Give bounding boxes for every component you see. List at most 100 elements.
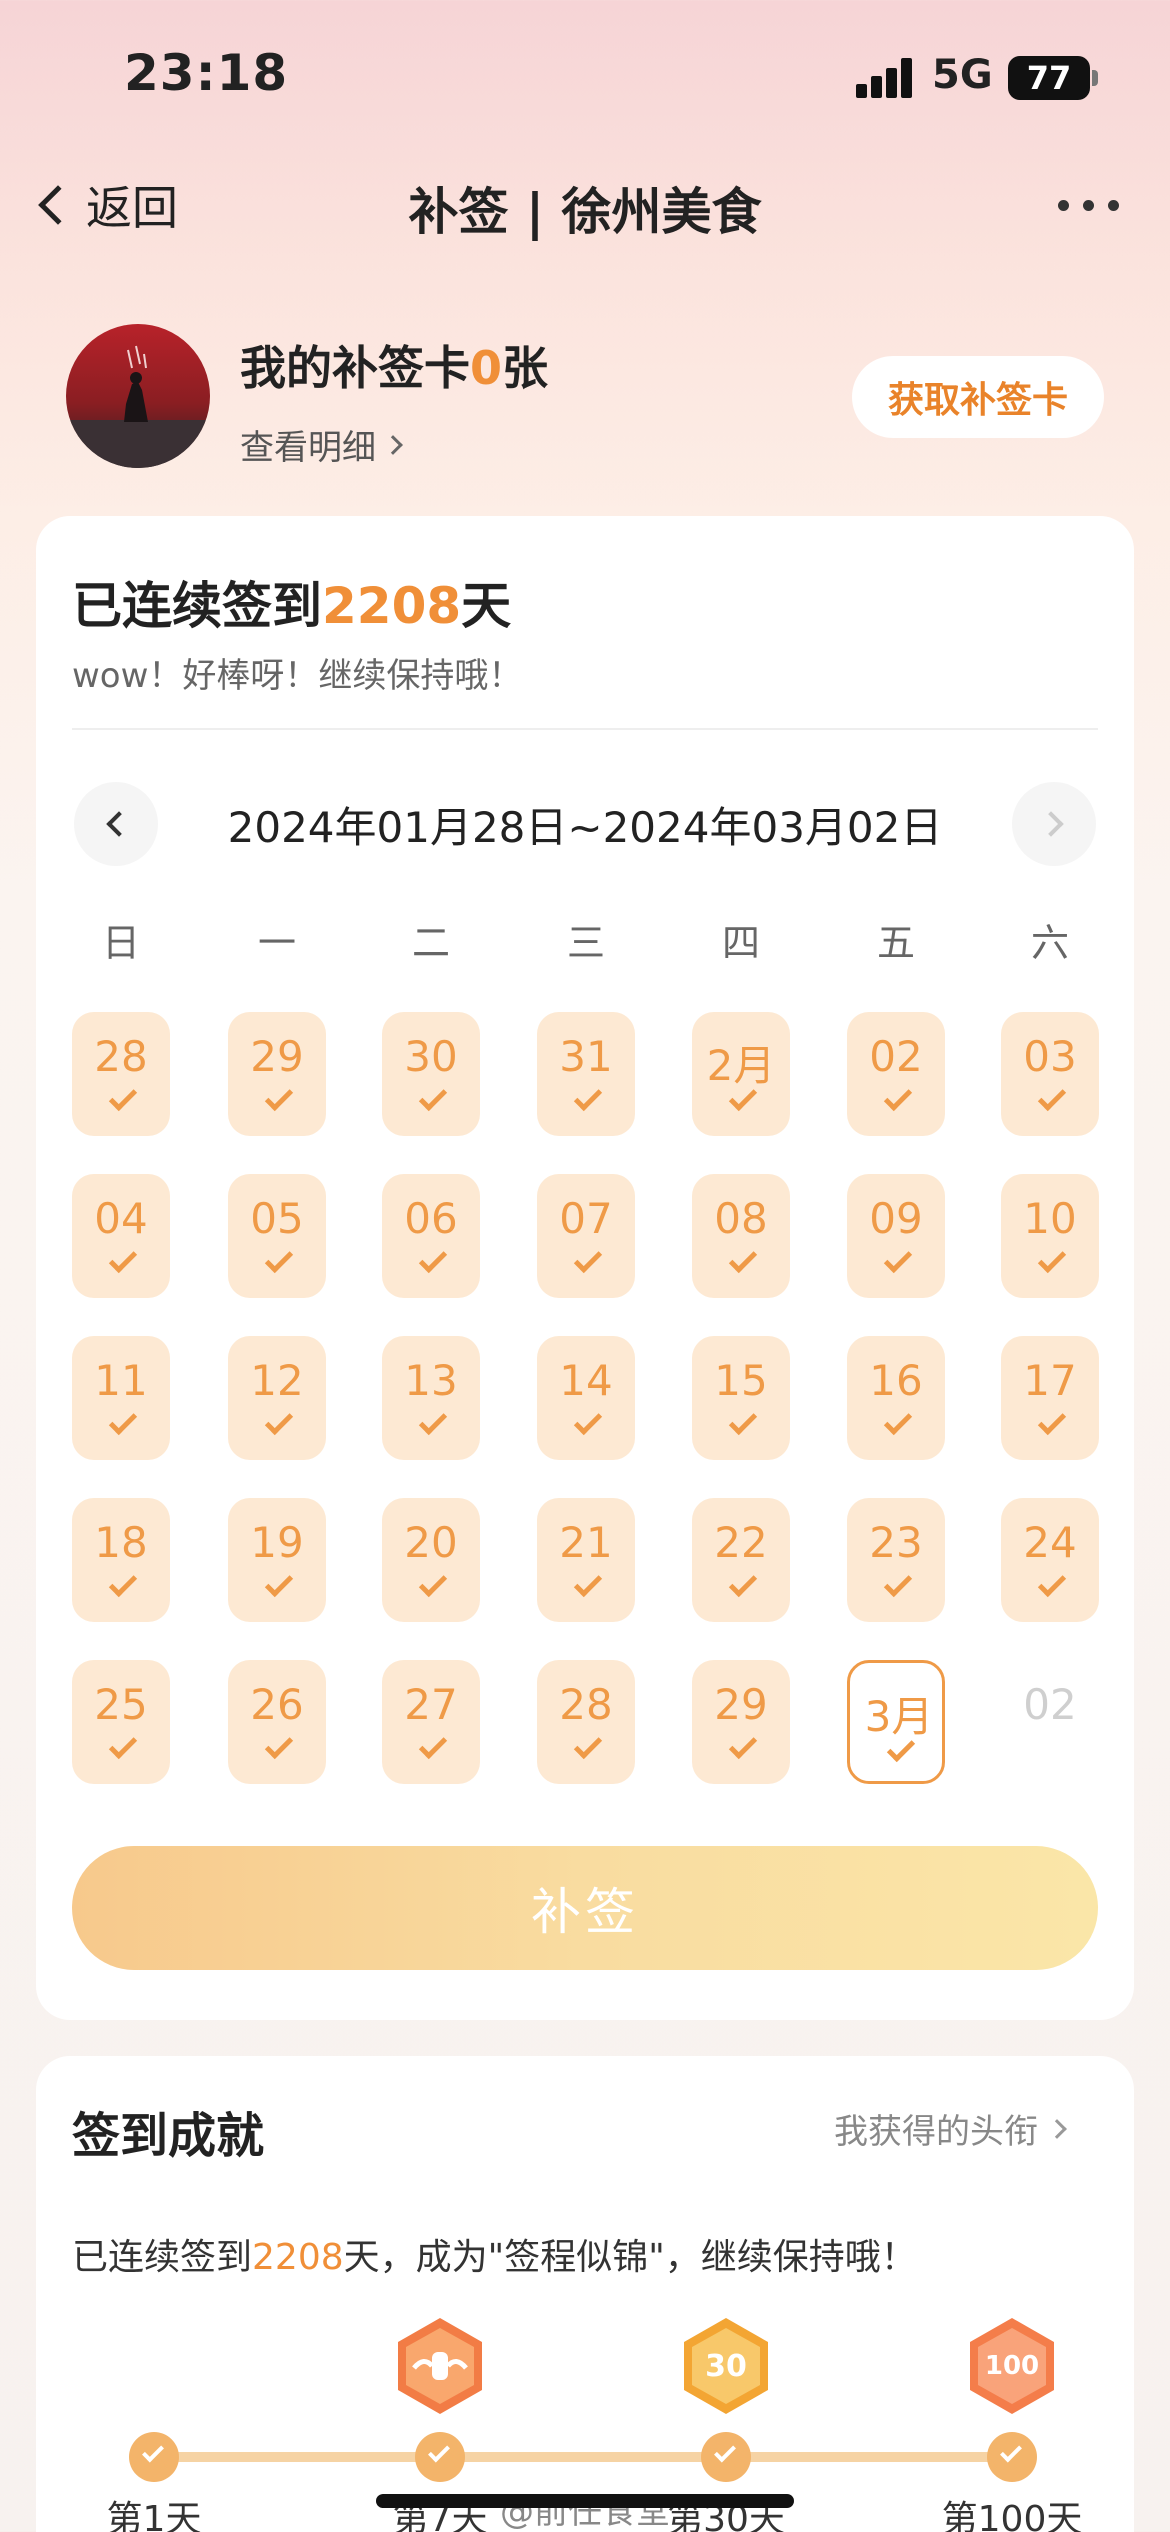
calendar-day[interactable]: 30 (382, 1012, 480, 1136)
check-icon (264, 1730, 294, 1760)
my-titles-link[interactable]: 我获得的头衔 (834, 2104, 1067, 2153)
calendar-day[interactable]: 18 (72, 1498, 170, 1622)
calendar-day[interactable]: 10 (1001, 1174, 1099, 1298)
check-icon (728, 1568, 758, 1598)
day-number: 29 (714, 1680, 768, 1729)
check-icon (728, 1244, 758, 1274)
milestone-dot (415, 2432, 465, 2482)
next-range-button[interactable] (1012, 782, 1096, 866)
calendar-day[interactable]: 25 (72, 1660, 170, 1784)
calendar-day[interactable]: 19 (228, 1498, 326, 1622)
calendar-day[interactable]: 02 (847, 1012, 945, 1136)
prev-range-button[interactable] (74, 782, 158, 866)
streak-suffix: 天 (461, 577, 512, 635)
weekday-label: 二 (411, 921, 450, 965)
day-number: 3月 (864, 1692, 934, 1741)
calendar-day[interactable]: 12 (228, 1336, 326, 1460)
calendar-day[interactable]: 15 (692, 1336, 790, 1460)
calendar-day[interactable]: 11 (72, 1336, 170, 1460)
calendar-day[interactable]: 2月 (692, 1012, 790, 1136)
divider (72, 728, 1098, 730)
calendar-day[interactable]: 3月 (847, 1660, 945, 1784)
calendar-day[interactable]: 03 (1001, 1012, 1099, 1136)
day-number: 26 (250, 1680, 304, 1729)
day-number: 2月 (706, 1041, 776, 1090)
chevron-left-icon (106, 811, 132, 837)
calendar-day[interactable]: 24 (1001, 1498, 1099, 1622)
calendar-day[interactable]: 29 (692, 1660, 790, 1784)
check-icon (108, 1406, 138, 1436)
my-cards-count: 0 (470, 341, 503, 395)
ach-desc-prefix: 已连续签到 (72, 2237, 253, 2278)
day-number: 21 (559, 1518, 613, 1567)
calendar-day[interactable]: 07 (537, 1174, 635, 1298)
day-number: 28 (94, 1032, 148, 1081)
svg-text:100: 100 (985, 2351, 1039, 2381)
day-number: 16 (869, 1356, 923, 1405)
day-number: 02 (1023, 1680, 1077, 1729)
avatar[interactable] (66, 324, 210, 468)
calendar-day[interactable]: 29 (228, 1012, 326, 1136)
day-number: 25 (94, 1680, 148, 1729)
30-days-badge-icon: 30 (680, 2316, 772, 2416)
day-number: 30 (404, 1032, 458, 1081)
day-number: 07 (559, 1194, 613, 1243)
makeup-sign-button[interactable]: 补签 (72, 1846, 1098, 1970)
check-icon (1000, 2440, 1022, 2463)
check-icon (883, 1082, 913, 1112)
check-icon (1037, 1082, 1067, 1112)
calendar-day[interactable]: 26 (228, 1660, 326, 1784)
check-icon (418, 1244, 448, 1274)
calendar-day[interactable]: 17 (1001, 1336, 1099, 1460)
milestone-dot (987, 2432, 1037, 2482)
back-button[interactable]: 返回 (34, 172, 178, 238)
calendar-day[interactable]: 20 (382, 1498, 480, 1622)
check-icon (883, 1244, 913, 1274)
signal-icon (856, 58, 912, 98)
ach-desc-days: 2208 (252, 2237, 344, 2278)
day-number: 20 (404, 1518, 458, 1567)
battery-icon: 77 (1008, 56, 1090, 100)
calendar-day[interactable]: 14 (537, 1336, 635, 1460)
check-icon (883, 1406, 913, 1436)
day-number: 17 (1023, 1356, 1077, 1405)
milestone-label: 第1天 (106, 2499, 202, 2532)
chevron-right-icon (1047, 2118, 1067, 2139)
streak-prefix: 已连续签到 (72, 577, 322, 635)
more-icon[interactable] (1058, 200, 1119, 211)
chevron-right-icon (1038, 811, 1064, 837)
milestone-dot (701, 2432, 751, 2482)
day-number: 27 (404, 1680, 458, 1729)
wings-badge-icon (394, 2316, 486, 2416)
check-icon (883, 1568, 913, 1598)
calendar-day[interactable]: 28 (72, 1012, 170, 1136)
check-icon (418, 1406, 448, 1436)
calendar-day[interactable]: 21 (537, 1498, 635, 1622)
check-icon (573, 1568, 603, 1598)
calendar-day[interactable]: 28 (537, 1660, 635, 1784)
day-number: 05 (250, 1194, 304, 1243)
achievement-title: 签到成就 (72, 2108, 265, 2164)
milestone-track (154, 2452, 1014, 2462)
day-number: 08 (714, 1194, 768, 1243)
calendar-day[interactable]: 04 (72, 1174, 170, 1298)
battery-tip (1092, 70, 1098, 86)
calendar-day[interactable]: 27 (382, 1660, 480, 1784)
get-card-button[interactable]: 获取补签卡 (852, 356, 1104, 438)
calendar-day[interactable]: 16 (847, 1336, 945, 1460)
view-detail-link[interactable]: 查看明细 (240, 420, 403, 469)
my-cards-prefix: 我的补签卡 (240, 341, 470, 395)
check-icon (142, 2440, 164, 2463)
calendar-day[interactable]: 06 (382, 1174, 480, 1298)
calendar-day[interactable]: 13 (382, 1336, 480, 1460)
day-number: 15 (714, 1356, 768, 1405)
calendar-day[interactable]: 23 (847, 1498, 945, 1622)
check-icon (108, 1082, 138, 1112)
day-number: 29 (250, 1032, 304, 1081)
calendar-day[interactable]: 05 (228, 1174, 326, 1298)
check-icon (264, 1244, 294, 1274)
calendar-day[interactable]: 08 (692, 1174, 790, 1298)
calendar-day[interactable]: 22 (692, 1498, 790, 1622)
calendar-day[interactable]: 09 (847, 1174, 945, 1298)
calendar-day[interactable]: 31 (537, 1012, 635, 1136)
